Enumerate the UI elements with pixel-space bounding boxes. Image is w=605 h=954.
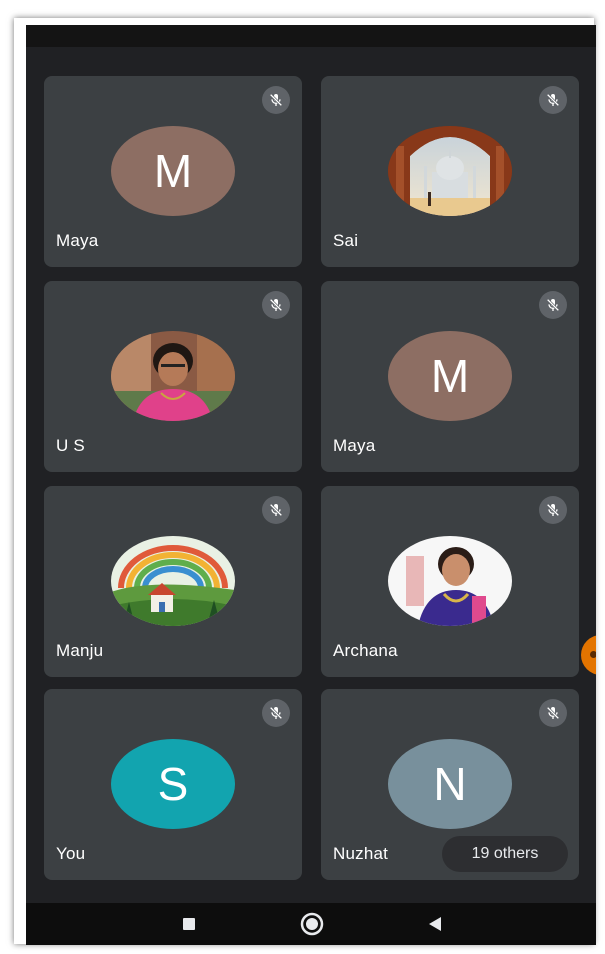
avatar: M (111, 126, 235, 216)
avatar-initial: M (430, 350, 470, 402)
participant-name: Maya (56, 231, 99, 250)
mic-off-icon (262, 496, 290, 524)
participant-name: Nuzhat (333, 844, 389, 863)
participant-name: Archana (333, 641, 398, 660)
triangle-back-icon[interactable] (415, 903, 455, 945)
phone-screen: M Maya Sai U S M Maya Manju Archana S Yo… (26, 25, 596, 945)
avatar: N (388, 739, 512, 829)
mic-off-icon (262, 86, 290, 114)
avatar-initial: N (433, 758, 467, 810)
mic-off-icon (539, 496, 567, 524)
others-chip[interactable]: 19 others (442, 836, 568, 872)
square-icon[interactable] (169, 903, 209, 945)
avatar-initial: M (153, 145, 193, 197)
participant-name: Maya (333, 436, 376, 455)
mic-off-icon (539, 699, 567, 727)
participant-tile-manju[interactable]: Manju (44, 486, 302, 677)
participant-name: U S (56, 436, 85, 455)
participant-name: Manju (56, 641, 104, 660)
mic-off-icon (539, 86, 567, 114)
status-bar (26, 25, 596, 47)
participant-name: Sai (333, 231, 359, 250)
side-floating-button[interactable] (581, 635, 596, 675)
avatar: M (388, 331, 512, 421)
taj-mahal-photo (388, 126, 512, 216)
participant-tile-archana[interactable]: Archana (321, 486, 579, 677)
avatar: S (111, 739, 235, 829)
mic-off-icon (262, 699, 290, 727)
navigation-bar (26, 903, 596, 945)
participant-tile-u-s[interactable]: U S (44, 281, 302, 472)
mic-off-icon (539, 291, 567, 319)
participant-name: You (56, 844, 86, 863)
rainbow-house-illustration (111, 536, 235, 626)
woman-portrait-photo (111, 331, 235, 421)
participant-tile-sai[interactable]: Sai (321, 76, 579, 267)
participant-tile-you[interactable]: S You (44, 689, 302, 880)
mic-off-icon (262, 291, 290, 319)
circle-icon[interactable] (292, 903, 332, 945)
avatar-initial: S (157, 758, 189, 810)
woman-saree-photo (388, 536, 512, 626)
participant-tile-maya-1[interactable]: M Maya (44, 76, 302, 267)
participant-tile-maya-2[interactable]: M Maya (321, 281, 579, 472)
